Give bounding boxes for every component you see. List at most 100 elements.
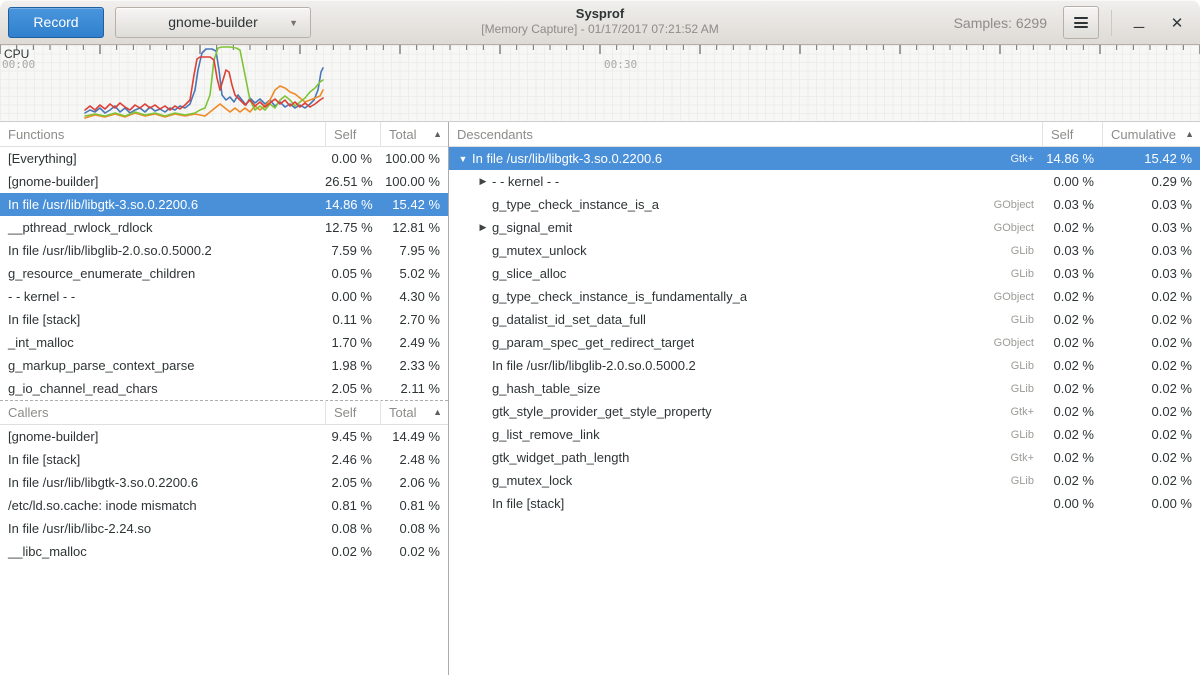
header-separator	[1111, 10, 1112, 36]
tree-cell: ▶g_signal_emitGObject	[449, 220, 1042, 235]
expander-open-icon[interactable]: ▼	[455, 154, 471, 164]
descendant-row[interactable]: ▶g_signal_emitGObject0.02 %0.03 %	[449, 216, 1200, 239]
function-name: In file [stack]	[0, 312, 325, 327]
total-column-label: Total	[389, 122, 416, 147]
descendant-row[interactable]: g_mutex_lockGLib0.02 %0.02 %	[449, 469, 1200, 492]
function-row[interactable]: [Everything]0.00 %100.00 %	[0, 147, 448, 170]
function-row[interactable]: g_markup_parse_context_parse1.98 %2.33 %	[0, 354, 448, 377]
library-tag: GObject	[994, 337, 1042, 349]
function-row[interactable]: g_resource_enumerate_children0.05 %5.02 …	[0, 262, 448, 285]
total-value: 0.08 %	[380, 521, 448, 536]
record-button[interactable]: Record	[8, 7, 104, 38]
caller-row[interactable]: In file [stack]2.46 %2.48 %	[0, 448, 448, 471]
left-pane-empty-area	[0, 563, 448, 675]
total-value: 2.33 %	[380, 358, 448, 373]
descendant-row[interactable]: g_param_spec_get_redirect_targetGObject0…	[449, 331, 1200, 354]
library-tag: GLib	[1011, 360, 1042, 372]
total-column-header[interactable]: Total ▲	[380, 400, 448, 425]
descendant-row[interactable]: g_list_remove_linkGLib0.02 %0.02 %	[449, 423, 1200, 446]
self-column-header[interactable]: Self	[325, 400, 380, 425]
function-row[interactable]: - - kernel - -0.00 %4.30 %	[0, 285, 448, 308]
function-name: g_mutex_unlock	[491, 243, 587, 258]
total-value: 5.02 %	[380, 266, 448, 281]
tree-cell: g_hash_table_sizeGLib	[449, 381, 1042, 396]
sort-ascending-icon: ▲	[1185, 122, 1194, 147]
descendant-row[interactable]: ▼In file /usr/lib/libgtk-3.so.0.2200.6Gt…	[449, 147, 1200, 170]
function-row[interactable]: In file /usr/lib/libglib-2.0.so.0.5000.2…	[0, 239, 448, 262]
samples-count: Samples: 6299	[954, 15, 1047, 31]
minimize-button[interactable]: ─	[1124, 8, 1154, 38]
tree-cell: ▼In file /usr/lib/libgtk-3.so.0.2200.6Gt…	[449, 151, 1042, 166]
tree-cell: g_type_check_instance_is_aGObject	[449, 197, 1042, 212]
function-name: _int_malloc	[0, 335, 325, 350]
descendant-row[interactable]: g_type_check_instance_is_aGObject0.03 %0…	[449, 193, 1200, 216]
descendants-column-header[interactable]: Descendants	[449, 122, 1042, 147]
self-value: 0.02 %	[1042, 312, 1102, 327]
self-value: 2.46 %	[325, 452, 380, 467]
self-value: 0.03 %	[1042, 197, 1102, 212]
total-column-header[interactable]: Total ▲	[380, 122, 448, 147]
self-column-header[interactable]: Self	[1042, 122, 1102, 147]
process-selector-dropdown[interactable]: gnome-builder ▼	[115, 7, 311, 38]
descendant-row[interactable]: g_slice_allocGLib0.03 %0.03 %	[449, 262, 1200, 285]
hamburger-icon	[1074, 15, 1088, 31]
self-value: 7.59 %	[325, 243, 380, 258]
function-name: g_datalist_id_set_data_full	[491, 312, 646, 327]
expander-closed-icon[interactable]: ▶	[475, 222, 491, 233]
self-value: 0.00 %	[325, 151, 380, 166]
tree-cell: ▶- - kernel - -	[449, 174, 1042, 189]
cpu-graph[interactable]: CPU 00:00 00:30	[0, 45, 1200, 122]
self-value: 0.11 %	[325, 312, 380, 327]
self-value: 0.02 %	[1042, 358, 1102, 373]
caller-row[interactable]: __libc_malloc0.02 %0.02 %	[0, 540, 448, 563]
descendant-row[interactable]: g_datalist_id_set_data_fullGLib0.02 %0.0…	[449, 308, 1200, 331]
caller-row[interactable]: /etc/ld.so.cache: inode mismatch0.81 %0.…	[0, 494, 448, 517]
descendant-row[interactable]: g_mutex_unlockGLib0.03 %0.03 %	[449, 239, 1200, 262]
functions-table-header: Functions Self Total ▲	[0, 122, 448, 147]
sort-ascending-icon: ▲	[433, 400, 442, 425]
descendant-row[interactable]: In file [stack]0.00 %0.00 %	[449, 492, 1200, 515]
descendant-row[interactable]: gtk_style_provider_get_style_propertyGtk…	[449, 400, 1200, 423]
callers-column-header[interactable]: Callers	[0, 400, 325, 425]
self-value: 0.02 %	[1042, 220, 1102, 235]
tree-cell: In file /usr/lib/libglib-2.0.so.0.5000.2…	[449, 358, 1042, 373]
function-row[interactable]: g_io_channel_read_chars2.05 %2.11 %	[0, 377, 448, 400]
function-row[interactable]: __pthread_rwlock_rdlock12.75 %12.81 %	[0, 216, 448, 239]
descendant-row[interactable]: In file /usr/lib/libglib-2.0.so.0.5000.2…	[449, 354, 1200, 377]
functions-column-header[interactable]: Functions	[0, 122, 325, 147]
self-column-header[interactable]: Self	[325, 122, 380, 147]
function-row[interactable]: [gnome-builder]26.51 %100.00 %	[0, 170, 448, 193]
function-row[interactable]: In file /usr/lib/libgtk-3.so.0.2200.614.…	[0, 193, 448, 216]
self-value: 0.02 %	[1042, 473, 1102, 488]
caller-row[interactable]: [gnome-builder]9.45 %14.49 %	[0, 425, 448, 448]
function-row[interactable]: _int_malloc1.70 %2.49 %	[0, 331, 448, 354]
close-button[interactable]: ✕	[1162, 8, 1192, 38]
function-row[interactable]: In file [stack]0.11 %2.70 %	[0, 308, 448, 331]
caller-row[interactable]: In file /usr/lib/libc-2.24.so0.08 %0.08 …	[0, 517, 448, 540]
cumulative-value: 15.42 %	[1102, 151, 1200, 166]
descendant-row[interactable]: g_hash_table_sizeGLib0.02 %0.02 %	[449, 377, 1200, 400]
self-value: 0.08 %	[325, 521, 380, 536]
library-tag: Gtk+	[1010, 452, 1042, 464]
menu-button[interactable]	[1063, 6, 1099, 39]
tree-cell: g_mutex_unlockGLib	[449, 243, 1042, 258]
total-value: 0.81 %	[380, 498, 448, 513]
function-name: In file /usr/lib/libc-2.24.so	[0, 521, 325, 536]
function-name: In file /usr/lib/libglib-2.0.so.0.5000.2	[491, 358, 696, 373]
descendant-row[interactable]: ▶- - kernel - -0.00 %0.29 %	[449, 170, 1200, 193]
cumulative-column-header[interactable]: Cumulative ▲	[1102, 122, 1200, 147]
descendant-row[interactable]: gtk_widget_path_lengthGtk+0.02 %0.02 %	[449, 446, 1200, 469]
function-name: g_mutex_lock	[491, 473, 572, 488]
cumulative-value: 0.03 %	[1102, 220, 1200, 235]
cumulative-value: 0.00 %	[1102, 496, 1200, 511]
cumulative-value: 0.03 %	[1102, 266, 1200, 281]
caller-row[interactable]: In file /usr/lib/libgtk-3.so.0.2200.62.0…	[0, 471, 448, 494]
expander-closed-icon[interactable]: ▶	[475, 176, 491, 187]
descendant-row[interactable]: g_type_check_instance_is_fundamentally_a…	[449, 285, 1200, 308]
function-name: __pthread_rwlock_rdlock	[0, 220, 325, 235]
time-label-start: 00:00	[2, 58, 35, 71]
functions-table: Functions Self Total ▲ [Everything]0.00 …	[0, 122, 448, 400]
tree-cell: gtk_style_provider_get_style_propertyGtk…	[449, 404, 1042, 419]
library-tag: GLib	[1011, 383, 1042, 395]
self-value: 0.02 %	[1042, 381, 1102, 396]
